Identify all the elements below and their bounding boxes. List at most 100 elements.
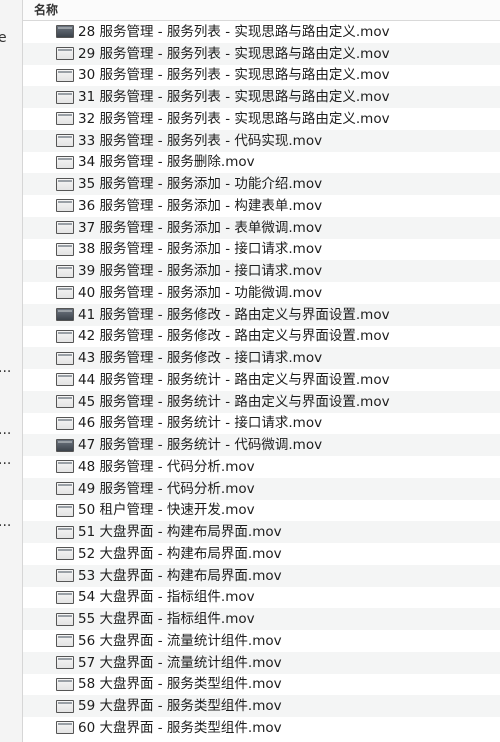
file-row[interactable]: 28 服务管理 - 服务列表 - 实现思路与路由定义.mov [23, 21, 500, 43]
video-file-icon [56, 155, 74, 169]
file-name: 32 服务管理 - 服务列表 - 实现思路与路由定义.mov [78, 110, 390, 127]
file-name: 47 服务管理 - 服务统计 - 代码微调.mov [78, 437, 323, 454]
file-row[interactable]: 52 大盘界面 - 构建布局界面.mov [23, 543, 500, 565]
file-row[interactable]: 33 服务管理 - 服务列表 - 代码实现.mov [23, 129, 500, 152]
video-file-icon [56, 416, 74, 430]
video-file-icon [56, 286, 74, 300]
video-file-icon [56, 699, 74, 713]
file-row[interactable]: 56 大盘界面 - 流量统计组件.mov [23, 630, 500, 652]
file-row[interactable]: 41 服务管理 - 服务修改 - 路由定义与界面设置.mov [23, 303, 500, 326]
sidebar-item-fragment[interactable]: e [0, 30, 7, 46]
file-row[interactable]: 40 服务管理 - 服务添加 - 功能微调.mov [23, 282, 500, 304]
file-name: 51 大盘界面 - 构建布局界面.mov [78, 524, 282, 541]
video-file-icon [56, 47, 74, 61]
file-row[interactable]: 60 大盘界面 - 服务类型组件.mov [23, 717, 500, 739]
file-name: 50 租户管理 - 快速开发.mov [78, 502, 255, 519]
video-file-icon [56, 25, 74, 39]
video-file-icon [56, 460, 74, 474]
file-name: 28 服务管理 - 服务列表 - 实现思路与路由定义.mov [78, 23, 390, 40]
file-name: 56 大盘界面 - 流量统计组件.mov [78, 632, 282, 649]
file-name: 31 服务管理 - 服务列表 - 实现思路与路由定义.mov [78, 89, 390, 106]
file-row[interactable]: 58 大盘界面 - 服务类型组件.mov [23, 673, 500, 696]
file-name: 53 大盘界面 - 构建布局界面.mov [78, 567, 282, 584]
video-file-icon [56, 90, 74, 104]
video-file-icon [56, 569, 74, 583]
file-row[interactable]: 49 服务管理 - 代码分析.mov [23, 477, 500, 500]
file-row[interactable]: 51 大盘界面 - 构建布局界面.mov [23, 521, 500, 543]
file-row[interactable]: 30 服务管理 - 服务列表 - 实现思路与路由定义.mov [23, 64, 500, 87]
file-row[interactable]: 43 服务管理 - 服务修改 - 接口请求.mov [23, 347, 500, 369]
file-list: 28 服务管理 - 服务列表 - 实现思路与路由定义.mov 29 服务管理 - … [23, 21, 500, 739]
video-file-icon [56, 525, 74, 539]
file-name: 48 服务管理 - 代码分析.mov [78, 458, 255, 475]
file-row[interactable]: 47 服务管理 - 服务统计 - 代码微调.mov [23, 434, 500, 456]
video-file-icon [56, 612, 74, 626]
video-file-icon [56, 503, 74, 517]
video-file-icon [56, 242, 74, 256]
video-file-icon [56, 351, 74, 365]
sidebar-item-fragment[interactable]: ... [0, 514, 11, 530]
file-name: 59 大盘界面 - 服务类型组件.mov [78, 698, 282, 715]
file-name: 60 大盘界面 - 服务类型组件.mov [78, 719, 282, 736]
file-row[interactable]: 46 服务管理 - 服务统计 - 接口请求.mov [23, 412, 500, 435]
file-row[interactable]: 45 服务管理 - 服务统计 - 路由定义与界面设置.mov [23, 390, 500, 413]
video-file-icon [56, 112, 74, 126]
file-row[interactable]: 53 大盘界面 - 构建布局界面.mov [23, 564, 500, 587]
file-list-pane: 名称 28 服务管理 - 服务列表 - 实现思路与路由定义.mov 29 服务管理… [23, 0, 500, 742]
file-row[interactable]: 36 服务管理 - 服务添加 - 构建表单.mov [23, 195, 500, 217]
sidebar-item-fragment[interactable]: ... [0, 422, 11, 438]
file-row[interactable]: 29 服务管理 - 服务列表 - 实现思路与路由定义.mov [23, 42, 500, 65]
file-row[interactable]: 44 服务管理 - 服务统计 - 路由定义与界面设置.mov [23, 369, 500, 391]
file-name: 55 大盘界面 - 指标组件.mov [78, 611, 255, 628]
file-name: 44 服务管理 - 服务统计 - 路由定义与界面设置.mov [78, 371, 390, 388]
video-file-icon [56, 264, 74, 278]
file-row[interactable]: 37 服务管理 - 服务添加 - 表单微调.mov [23, 216, 500, 239]
file-name: 36 服务管理 - 服务添加 - 构建表单.mov [78, 197, 323, 214]
video-file-icon [56, 547, 74, 561]
file-row[interactable]: 55 大盘界面 - 指标组件.mov [23, 608, 500, 630]
file-name: 43 服务管理 - 服务修改 - 接口请求.mov [78, 350, 323, 367]
file-row[interactable]: 31 服务管理 - 服务列表 - 实现思路与路由定义.mov [23, 86, 500, 108]
video-file-icon [56, 482, 74, 496]
column-header-name[interactable]: 名称 [23, 0, 500, 21]
file-row[interactable]: 42 服务管理 - 服务修改 - 路由定义与界面设置.mov [23, 325, 500, 348]
file-row[interactable]: 54 大盘界面 - 指标组件.mov [23, 586, 500, 609]
file-name: 34 服务管理 - 服务删除.mov [78, 154, 255, 171]
video-file-icon [56, 308, 74, 322]
sidebar-item-fragment[interactable]: ... [0, 452, 11, 468]
video-file-icon [56, 134, 74, 148]
video-file-icon [56, 656, 74, 670]
file-row[interactable]: 48 服务管理 - 代码分析.mov [23, 456, 500, 478]
file-name: 40 服务管理 - 服务添加 - 功能微调.mov [78, 284, 323, 301]
file-name: 37 服务管理 - 服务添加 - 表单微调.mov [78, 219, 323, 236]
file-name: 41 服务管理 - 服务修改 - 路由定义与界面设置.mov [78, 306, 390, 323]
video-file-icon [56, 677, 74, 691]
video-file-icon [56, 634, 74, 648]
video-file-icon [56, 221, 74, 235]
file-name: 30 服务管理 - 服务列表 - 实现思路与路由定义.mov [78, 67, 390, 84]
video-file-icon [56, 438, 74, 452]
file-row[interactable]: 50 租户管理 - 快速开发.mov [23, 499, 500, 522]
video-file-icon [56, 68, 74, 82]
file-row[interactable]: 34 服务管理 - 服务删除.mov [23, 151, 500, 174]
file-row[interactable]: 38 服务管理 - 服务添加 - 接口请求.mov [23, 238, 500, 261]
video-file-icon [56, 199, 74, 213]
file-row[interactable]: 57 大盘界面 - 流量统计组件.mov [23, 651, 500, 674]
file-row[interactable]: 39 服务管理 - 服务添加 - 接口请求.mov [23, 260, 500, 282]
video-file-icon [56, 721, 74, 735]
file-row[interactable]: 35 服务管理 - 服务添加 - 功能介绍.mov [23, 173, 500, 195]
file-name: 57 大盘界面 - 流量统计组件.mov [78, 654, 282, 671]
file-name: 33 服务管理 - 服务列表 - 代码实现.mov [78, 132, 323, 149]
file-name: 42 服务管理 - 服务修改 - 路由定义与界面设置.mov [78, 328, 390, 345]
file-name: 49 服务管理 - 代码分析.mov [78, 480, 255, 497]
file-row[interactable]: 59 大盘界面 - 服务类型组件.mov [23, 695, 500, 717]
file-name: 29 服务管理 - 服务列表 - 实现思路与路由定义.mov [78, 45, 390, 62]
video-file-icon [56, 373, 74, 387]
sidebar-item-fragment[interactable]: ... [0, 360, 11, 376]
video-file-icon [56, 177, 74, 191]
file-name: 39 服务管理 - 服务添加 - 接口请求.mov [78, 263, 323, 280]
video-file-icon [56, 329, 74, 343]
file-name: 46 服务管理 - 服务统计 - 接口请求.mov [78, 415, 323, 432]
video-file-icon [56, 590, 74, 604]
file-row[interactable]: 32 服务管理 - 服务列表 - 实现思路与路由定义.mov [23, 108, 500, 130]
